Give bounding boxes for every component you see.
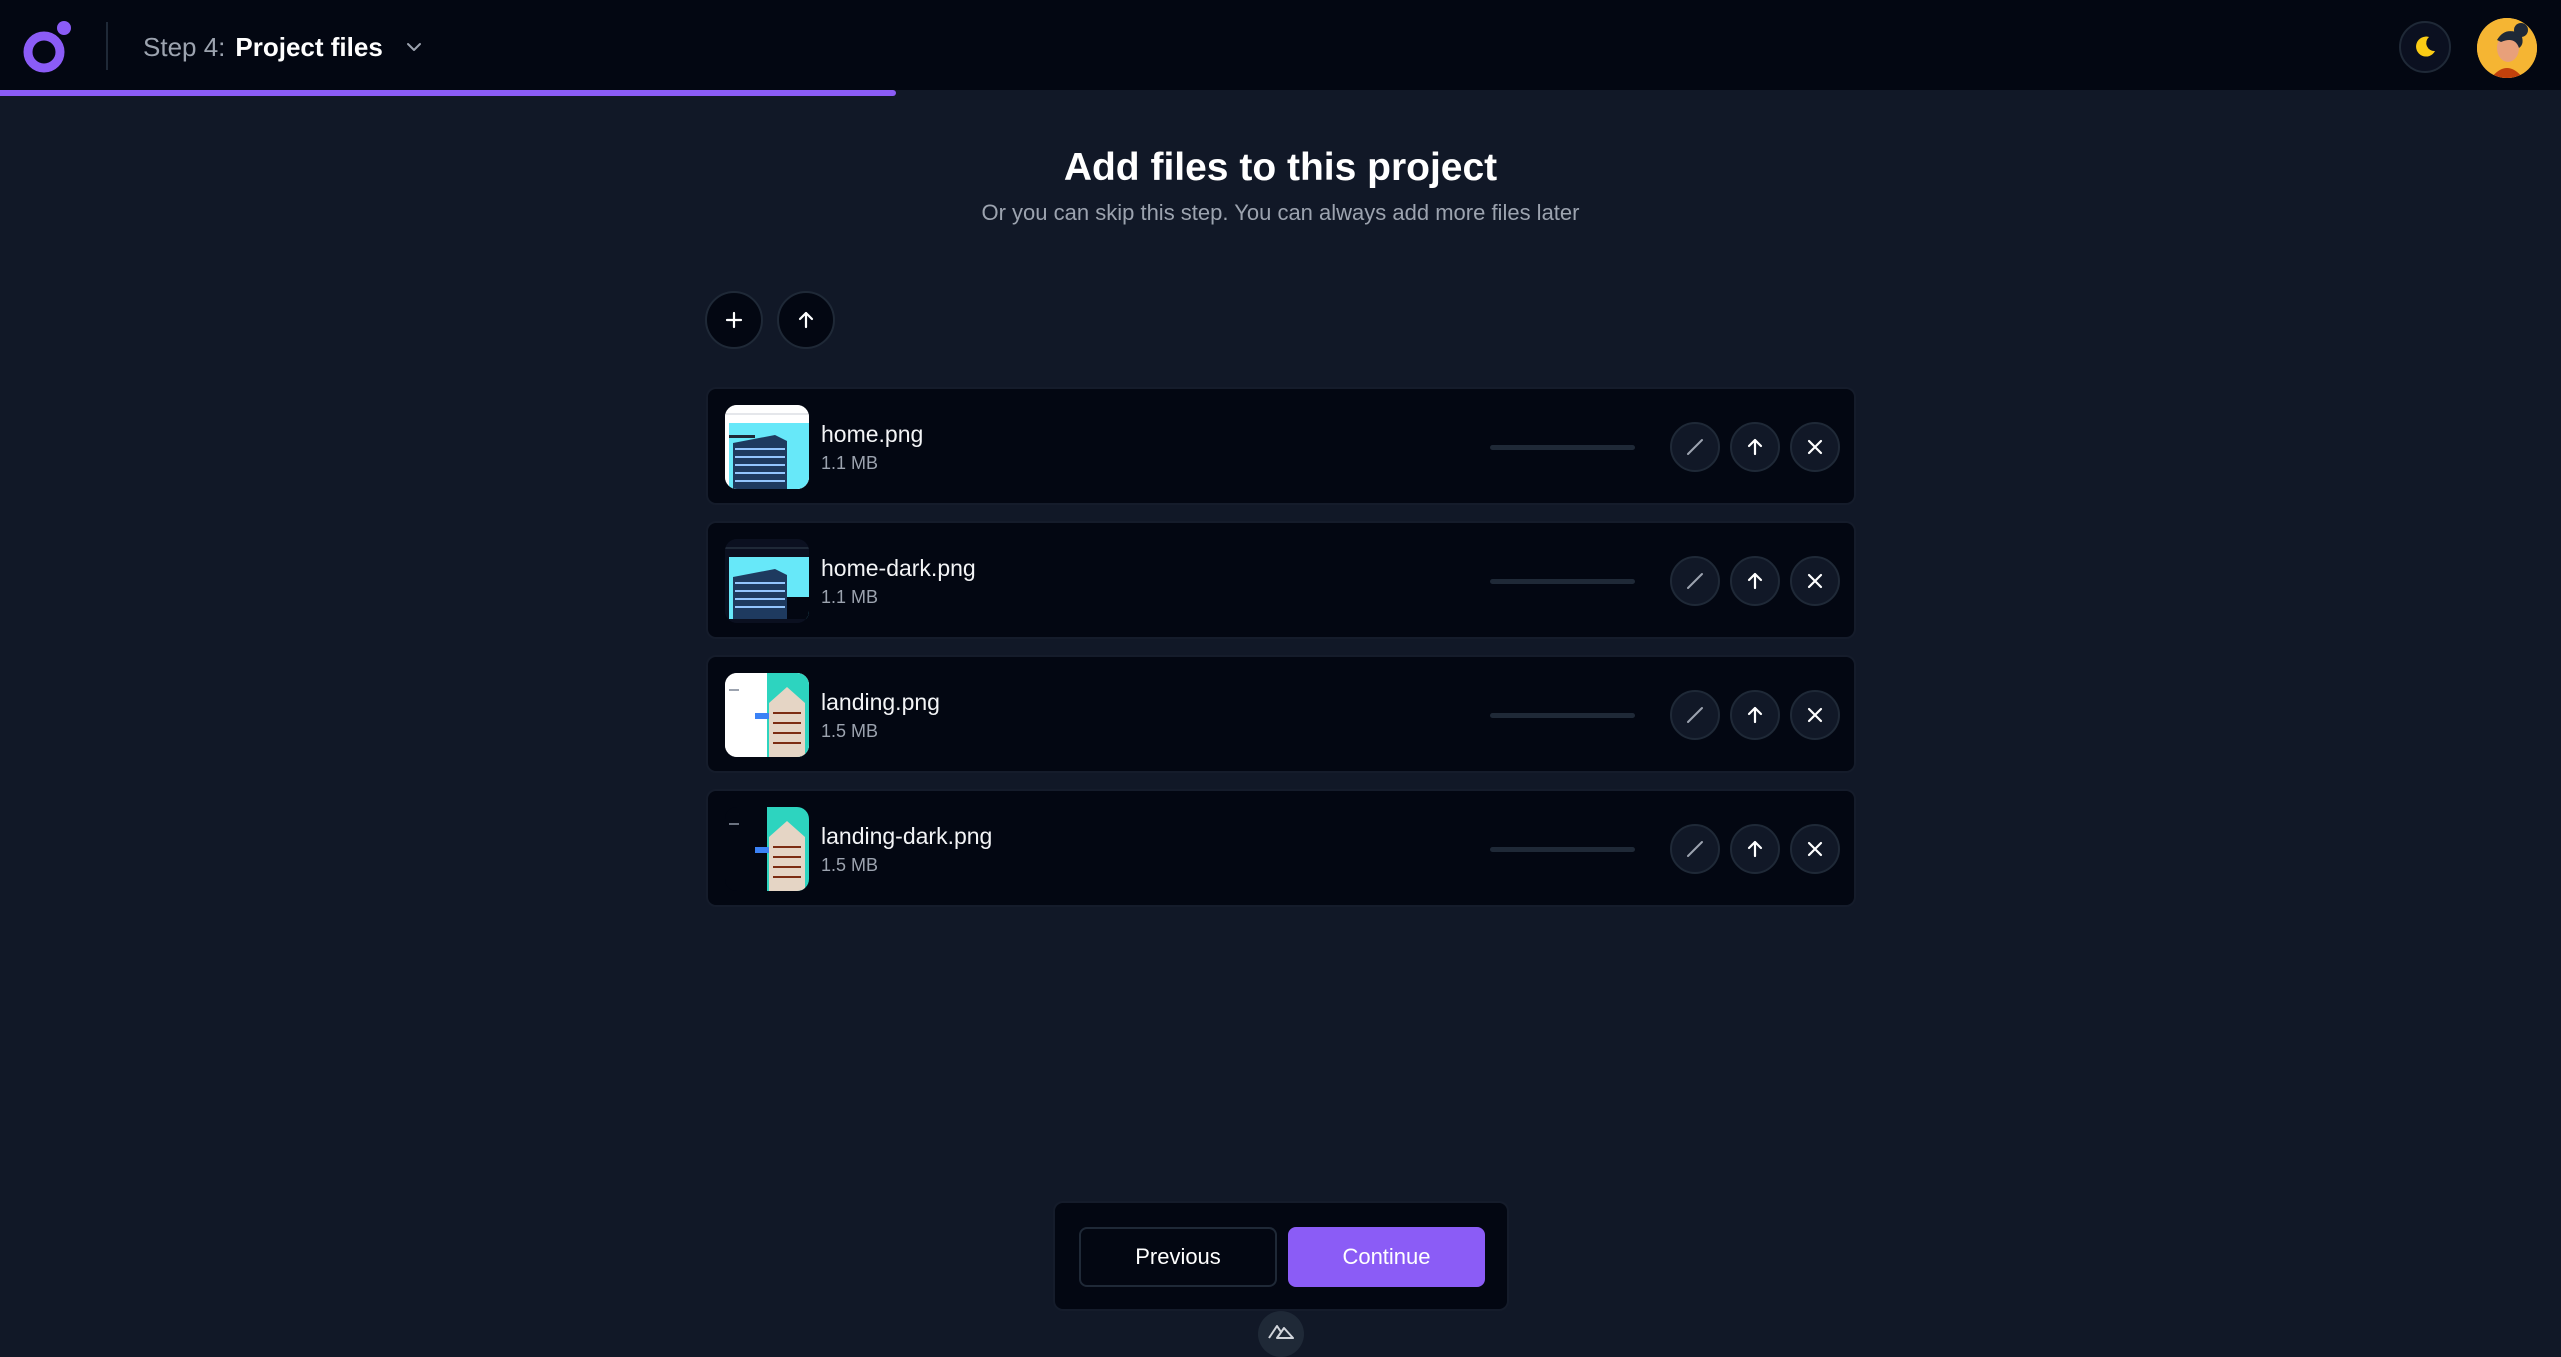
wizard-progress-bar: [0, 90, 2561, 96]
add-file-button[interactable]: [705, 291, 763, 349]
wizard-footer: Previous Continue: [1053, 1201, 1509, 1311]
slash-icon: [1684, 570, 1706, 592]
chevron-down-icon: [405, 38, 423, 56]
file-size: 1.5 MB: [821, 855, 879, 875]
edit-file-button[interactable]: [1670, 824, 1720, 874]
arrow-up-icon: [1745, 437, 1765, 457]
file-size: 1.1 MB: [821, 453, 879, 473]
remove-file-button[interactable]: [1790, 824, 1840, 874]
continue-button[interactable]: Continue: [1288, 1227, 1485, 1287]
slash-icon: [1684, 838, 1706, 860]
file-thumbnail[interactable]: [725, 673, 809, 757]
file-name: landing-dark.png: [821, 823, 993, 849]
theme-toggle-button[interactable]: [2399, 21, 2451, 73]
file-name: landing.png: [821, 689, 940, 715]
file-size: 1.1 MB: [821, 587, 879, 607]
close-icon: [1806, 438, 1824, 456]
nuxt-icon: [1268, 1323, 1294, 1339]
page-title: Add files to this project: [1063, 146, 1498, 189]
upload-file-button[interactable]: [1730, 824, 1780, 874]
step-prefix: Step 4:: [143, 31, 226, 62]
close-icon: [1806, 840, 1824, 858]
upload-progress-bar: [1490, 445, 1635, 450]
header-divider: [106, 22, 108, 70]
edit-file-button[interactable]: [1670, 422, 1720, 472]
remove-file-button[interactable]: [1790, 690, 1840, 740]
moon-icon: [2412, 34, 2438, 60]
close-icon: [1806, 572, 1824, 590]
step-selector[interactable]: Step 4: Project files: [143, 30, 423, 64]
slash-icon: [1684, 704, 1706, 726]
arrow-up-icon: [1745, 705, 1765, 725]
file-row: landing.png 1.5 MB: [706, 655, 1856, 773]
file-thumbnail[interactable]: [725, 807, 809, 891]
upload-progress-bar: [1490, 579, 1635, 584]
remove-file-button[interactable]: [1790, 422, 1840, 472]
avatar[interactable]: [2477, 18, 2537, 78]
previous-button[interactable]: Previous: [1079, 1227, 1277, 1287]
app-logo[interactable]: [22, 20, 72, 74]
arrow-up-icon: [1745, 839, 1765, 859]
upload-progress-bar: [1490, 847, 1635, 852]
upload-file-button[interactable]: [1730, 556, 1780, 606]
edit-file-button[interactable]: [1670, 556, 1720, 606]
top-bar: Step 4: Project files: [0, 0, 2561, 90]
file-size: 1.5 MB: [821, 721, 879, 741]
step-name: Project files: [235, 31, 383, 62]
file-row: home-dark.png 1.1 MB: [706, 521, 1856, 639]
close-icon: [1806, 706, 1824, 724]
slash-icon: [1684, 436, 1706, 458]
file-name: home-dark.png: [821, 555, 976, 581]
remove-file-button[interactable]: [1790, 556, 1840, 606]
file-row: home.png 1.1 MB: [706, 387, 1856, 505]
file-name: home.png: [821, 421, 924, 447]
plus-icon: [724, 310, 744, 330]
arrow-up-icon: [796, 310, 816, 330]
page-subtitle: Or you can skip this step. You can alway…: [981, 200, 1580, 225]
arrow-up-icon: [1745, 571, 1765, 591]
file-row: landing-dark.png 1.5 MB: [706, 789, 1856, 907]
edit-file-button[interactable]: [1670, 690, 1720, 740]
upload-progress-bar: [1490, 713, 1635, 718]
file-thumbnail[interactable]: [725, 539, 809, 623]
upload-file-button[interactable]: [1730, 422, 1780, 472]
wizard-progress-fill: [0, 90, 897, 96]
upload-all-button[interactable]: [777, 291, 835, 349]
upload-file-button[interactable]: [1730, 690, 1780, 740]
file-thumbnail[interactable]: [725, 405, 809, 489]
devtools-button[interactable]: [1258, 1311, 1304, 1357]
